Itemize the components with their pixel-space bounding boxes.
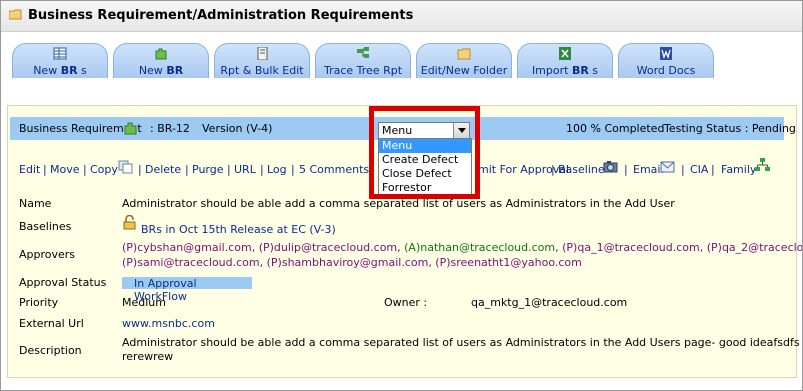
owner-value: qa_mktg_1@tracecloud.com bbox=[471, 296, 628, 309]
tab-label: Trace Tree Rpt bbox=[323, 64, 403, 77]
copy-icon[interactable] bbox=[118, 160, 133, 174]
folder-icon bbox=[457, 48, 471, 60]
tab-word-docs[interactable]: Word Docs bbox=[618, 43, 714, 78]
separator: | bbox=[624, 163, 628, 176]
url-link[interactable]: URL bbox=[234, 163, 256, 176]
divider bbox=[1, 78, 802, 81]
owner-label: Owner : bbox=[384, 296, 428, 309]
menu-select-value: Menu bbox=[382, 124, 413, 137]
approvers-label: Approvers bbox=[19, 248, 76, 261]
separator: | bbox=[291, 163, 295, 176]
tab-edit-new-folder[interactable]: Edit/New Folder bbox=[416, 43, 512, 78]
separator: | bbox=[227, 163, 231, 176]
family-link[interactable]: Family bbox=[721, 163, 756, 176]
notebook-icon bbox=[257, 47, 268, 60]
copy-link[interactable]: Copy bbox=[90, 163, 118, 176]
priority-value: Medium bbox=[122, 296, 166, 309]
hierarchy-icon[interactable] bbox=[755, 158, 770, 172]
puzzle-icon bbox=[124, 122, 137, 135]
title-bar: Business Requirement/Administration Requ… bbox=[1, 1, 802, 32]
requirement-version: Version (V-4) bbox=[202, 122, 273, 135]
menu-option-menu[interactable]: Menu bbox=[379, 139, 471, 153]
email-link[interactable]: Email bbox=[633, 163, 664, 176]
separator: | bbox=[185, 163, 189, 176]
comments-link[interactable]: 5 Comments bbox=[299, 163, 369, 176]
camera-icon[interactable] bbox=[603, 160, 618, 174]
approval-status-label: Approval Status bbox=[19, 276, 107, 289]
separator: | bbox=[83, 163, 87, 176]
baseline-link[interactable]: Baseline bbox=[558, 163, 605, 176]
envelope-icon[interactable] bbox=[660, 160, 675, 174]
separator: | bbox=[711, 163, 715, 176]
approvers-line: (P)cybshan@gmail.com, (P)dulip@traceclou… bbox=[122, 241, 803, 254]
tab-new-brs[interactable]: New BR s bbox=[12, 43, 108, 78]
submit-approval-link[interactable]: mit For Approval bbox=[478, 163, 569, 176]
tab-label-pre: New bbox=[138, 64, 167, 77]
requirement-id: : BR-12 bbox=[150, 122, 190, 135]
tab-label: Edit/New Folder bbox=[420, 64, 508, 77]
separator: | bbox=[551, 163, 555, 176]
excel-icon bbox=[559, 47, 571, 60]
delete-link[interactable]: Delete bbox=[145, 163, 181, 176]
tab-label-bold: BR bbox=[60, 64, 78, 77]
tab-new-br[interactable]: New BR bbox=[113, 43, 209, 78]
separator: | bbox=[43, 163, 47, 176]
separator: | bbox=[260, 163, 264, 176]
separator: | bbox=[138, 163, 142, 176]
testing-status: Testing Status : Pending bbox=[664, 122, 796, 135]
menu-select[interactable]: Menu bbox=[378, 122, 470, 139]
purge-link[interactable]: Purge bbox=[192, 163, 224, 176]
tab-rpt-bulk-edit[interactable]: Rpt & Bulk Edit bbox=[214, 43, 310, 78]
external-url-label: External Url bbox=[19, 317, 84, 330]
external-url-link[interactable]: www.msnbc.com bbox=[122, 317, 215, 330]
approvers-line: (P)sami@tracecloud.com, (P)shambhaviroy@… bbox=[122, 256, 582, 269]
priority-label: Priority bbox=[19, 296, 59, 309]
approver-approved: (A)nathan@tracecloud.com bbox=[404, 241, 556, 254]
baseline-link[interactable]: BRs in Oct 15th Release at EC (V-3) bbox=[141, 223, 336, 236]
menu-option-close-defect[interactable]: Close Defect bbox=[379, 167, 471, 181]
status-badge: In Approval WorkFlow bbox=[122, 277, 252, 303]
lock-icon bbox=[123, 215, 136, 230]
tab-trace-tree-rpt[interactable]: Trace Tree Rpt bbox=[315, 43, 411, 78]
tab-label-pre: New bbox=[33, 64, 61, 77]
chevron-down-icon[interactable] bbox=[453, 123, 469, 138]
separator: | bbox=[681, 163, 685, 176]
tab-label-post: s bbox=[588, 64, 599, 77]
log-link[interactable]: Log bbox=[267, 163, 287, 176]
tab-label-bold: BR bbox=[571, 64, 589, 77]
description-line: rerewrew bbox=[122, 350, 174, 363]
menu-option-create-defect[interactable]: Create Defect bbox=[379, 153, 471, 167]
tab-label: Rpt & Bulk Edit bbox=[220, 64, 304, 77]
menu-dropdown: Menu Create Defect Close Defect Forresto… bbox=[378, 138, 472, 196]
tab-label: Word Docs bbox=[636, 64, 696, 77]
name-value: Administrator should be able add a comma… bbox=[122, 197, 675, 210]
grid-icon bbox=[53, 47, 67, 60]
description-line: Administrator should be able add a comma… bbox=[122, 336, 800, 349]
description-label: Description bbox=[19, 344, 82, 357]
approvers-part: , (P)qa_1@tracecloud.com, (P)qa_2@tracec… bbox=[555, 241, 803, 254]
page-title: Business Requirement/Administration Requ… bbox=[28, 8, 414, 23]
tree-icon bbox=[357, 47, 369, 58]
approvers-part: (P)cybshan@gmail.com, (P)dulip@traceclou… bbox=[122, 241, 405, 254]
word-icon bbox=[660, 47, 672, 60]
move-link[interactable]: Move bbox=[50, 163, 80, 176]
tab-label-pre: Import bbox=[531, 64, 572, 77]
name-label: Name bbox=[19, 197, 52, 210]
puzzle-icon bbox=[155, 48, 167, 60]
baselines-label: Baselines bbox=[19, 220, 72, 233]
cia-link[interactable]: CIA bbox=[690, 163, 708, 176]
edit-link[interactable]: Edit bbox=[19, 163, 40, 176]
completion-status: 100 % Completed bbox=[566, 122, 665, 135]
folder-icon bbox=[9, 9, 22, 20]
app-window: Business Requirement/Administration Requ… bbox=[0, 0, 803, 391]
tab-label-bold: BR bbox=[166, 64, 184, 77]
tab-label-post: s bbox=[77, 64, 87, 77]
menu-option-forrestor[interactable]: Forrestor bbox=[379, 181, 471, 195]
tab-import-brs[interactable]: Import BR s bbox=[517, 43, 613, 78]
